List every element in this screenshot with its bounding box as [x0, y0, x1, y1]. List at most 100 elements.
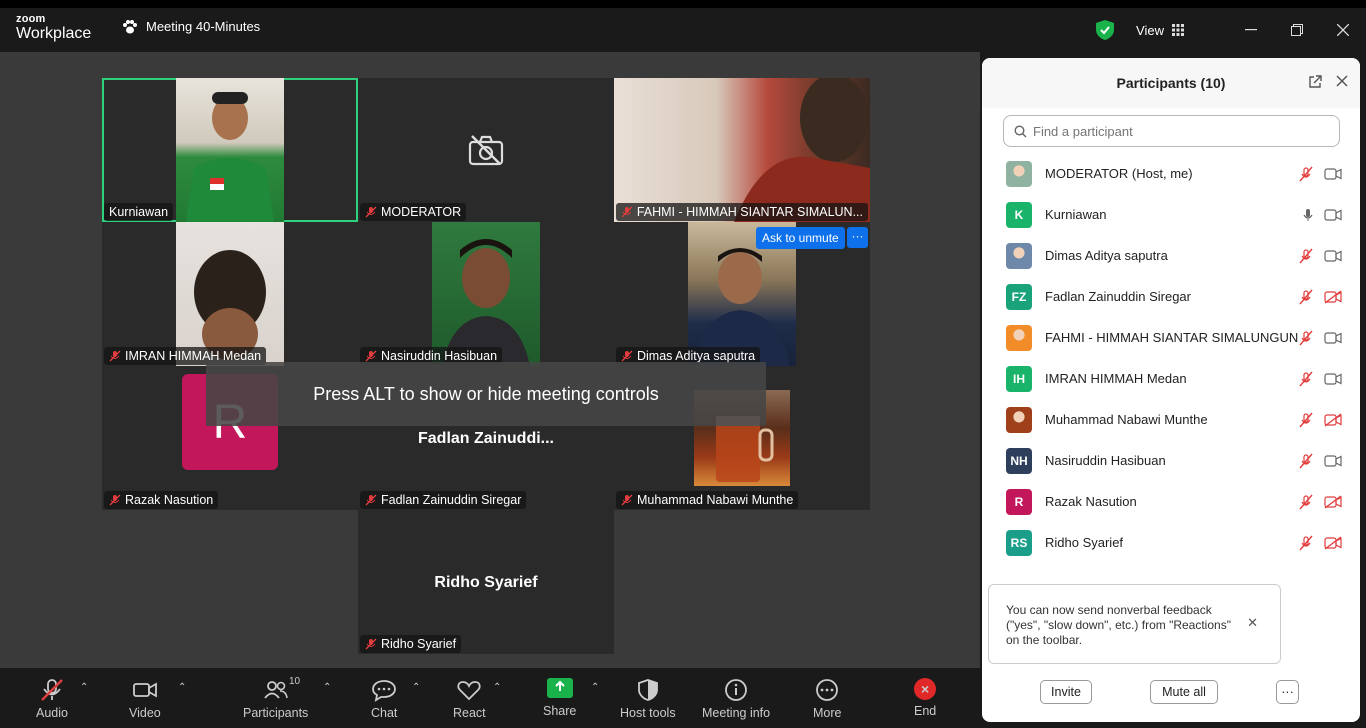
participant-row[interactable]: NH Nasiruddin Hasibuan: [982, 440, 1360, 481]
participant-search[interactable]: [1003, 115, 1340, 147]
video-camera-icon[interactable]: [1324, 208, 1342, 221]
ask-to-unmute-button[interactable]: Ask to unmute: [756, 227, 845, 249]
participants-button[interactable]: Participants 10: [243, 676, 308, 720]
video-camera-icon: [132, 682, 157, 698]
mute-all-button[interactable]: Mute all: [1150, 680, 1218, 704]
meeting-info-label: Meeting info: [702, 706, 771, 720]
video-camera-off-icon[interactable]: [1324, 494, 1342, 509]
invite-button[interactable]: Invite: [1040, 680, 1092, 704]
participant-row[interactable]: IH IMRAN HIMMAH Medan: [982, 358, 1360, 399]
mic-muted-icon[interactable]: [1298, 453, 1314, 469]
participants-options-chevron-icon[interactable]: ⌃: [323, 682, 331, 693]
participant-video: [614, 78, 870, 222]
view-button[interactable]: View: [1136, 23, 1184, 38]
video-tile-kurniawan[interactable]: Kurniawan: [102, 78, 358, 222]
participant-row[interactable]: Muhammad Nabawi Munthe: [982, 399, 1360, 440]
video-tile-imran[interactable]: IMRAN HIMMAH Medan: [102, 222, 358, 366]
video-camera-icon[interactable]: [1324, 167, 1342, 180]
video-tile-fahmi[interactable]: FAHMI - HIMMAH SIANTAR SIMALUN...: [614, 78, 870, 222]
mic-muted-icon[interactable]: [1298, 248, 1314, 264]
mic-muted-icon[interactable]: [1298, 535, 1314, 551]
minimize-button[interactable]: [1228, 10, 1274, 50]
video-camera-off-icon[interactable]: [1324, 535, 1342, 550]
tile-name-bar: FAHMI - HIMMAH SIANTAR SIMALUN...: [616, 203, 868, 221]
person-silhouette-icon: [194, 250, 266, 360]
participant-row[interactable]: Dimas Aditya saputra: [982, 235, 1360, 276]
restore-icon: [1291, 24, 1303, 36]
participant-video: [432, 222, 540, 366]
mic-muted-icon[interactable]: [1298, 371, 1314, 387]
tile-name: FAHMI - HIMMAH SIANTAR SIMALUN...: [636, 205, 863, 219]
participant-row[interactable]: FZ Fadlan Zainuddin Siregar: [982, 276, 1360, 317]
close-window-button[interactable]: [1320, 10, 1366, 50]
zoom-logo: zoom Workplace: [16, 14, 91, 42]
react-options-chevron-icon[interactable]: ⌃: [493, 682, 501, 693]
video-tile-ridho[interactable]: Ridho Syarief Ridho Syarief: [358, 510, 614, 654]
tile-name: MODERATOR: [381, 205, 462, 219]
mic-muted-icon[interactable]: [1298, 494, 1314, 510]
participant-row[interactable]: R Razak Nasution: [982, 481, 1360, 522]
tile-name: Muhammad Nabawi Munthe: [637, 493, 794, 507]
video-options-chevron-icon[interactable]: ⌃: [178, 682, 186, 693]
mic-muted-icon: [109, 494, 121, 506]
chat-button[interactable]: Chat: [371, 678, 397, 720]
mic-muted-icon[interactable]: [1298, 289, 1314, 305]
search-input[interactable]: [1033, 123, 1339, 139]
host-tools-button[interactable]: Host tools: [620, 678, 676, 720]
reactions-tip-toast: You can now send nonverbal feedback ("ye…: [988, 584, 1281, 664]
video-button[interactable]: Video: [129, 678, 161, 720]
person-silhouette-icon: [186, 92, 274, 222]
mic-muted-icon: [365, 638, 377, 650]
share-button[interactable]: Share: [543, 678, 576, 718]
mic-icon[interactable]: [1302, 208, 1314, 222]
pop-out-icon[interactable]: [1308, 75, 1322, 89]
video-camera-off-icon[interactable]: [1324, 412, 1342, 427]
video-camera-icon[interactable]: [1324, 249, 1342, 262]
toast-close-icon[interactable]: ✕: [1247, 615, 1258, 630]
audio-options-chevron-icon[interactable]: ⌃: [80, 682, 88, 693]
tile-name-bar: Ridho Syarief: [360, 635, 462, 653]
video-camera-icon[interactable]: [1324, 372, 1342, 385]
more-button[interactable]: More: [813, 678, 841, 720]
participant-row[interactable]: RS Ridho Syarief: [982, 522, 1360, 563]
close-panel-icon[interactable]: [1336, 75, 1348, 87]
tile-more-button[interactable]: ···: [847, 227, 868, 248]
participant-row[interactable]: K Kurniawan: [982, 194, 1360, 235]
audio-button[interactable]: Audio: [36, 678, 68, 720]
video-stage: Kurniawan MODERATOR FAHMI - HIMMAH SIANT…: [0, 52, 980, 668]
participant-name: IMRAN HIMMAH Medan: [1045, 371, 1187, 386]
alt-hint-banner: Press ALT to show or hide meeting contro…: [206, 362, 766, 426]
video-camera-icon[interactable]: [1324, 454, 1342, 467]
participant-row[interactable]: MODERATOR (Host, me): [982, 153, 1360, 194]
restore-button[interactable]: [1274, 10, 1320, 50]
minimize-icon: [1245, 29, 1257, 31]
participants-count-badge: 10: [289, 676, 301, 687]
video-camera-off-icon[interactable]: [1324, 289, 1342, 304]
react-button[interactable]: React: [453, 678, 486, 720]
end-meeting-button[interactable]: × End: [914, 678, 936, 718]
participant-name: Ridho Syarief: [1045, 535, 1124, 550]
avatar: K: [1006, 201, 1032, 228]
video-camera-icon[interactable]: [1324, 331, 1342, 344]
panel-more-button[interactable]: ···: [1276, 680, 1299, 704]
mic-muted-icon[interactable]: [1298, 412, 1314, 428]
video-tile-nasiruddin[interactable]: Nasiruddin Hasibuan: [358, 222, 614, 366]
more-dots-icon: [816, 679, 839, 701]
share-screen-icon: [546, 678, 573, 698]
mic-muted-icon[interactable]: [1298, 330, 1314, 346]
mic-muted-icon: [109, 350, 121, 362]
participants-panel: Participants (10) MODERATOR (Host, me) KK…: [982, 58, 1360, 722]
mic-muted-icon: [41, 679, 63, 701]
meeting-title-button[interactable]: Meeting 40-Minutes: [122, 19, 260, 34]
participant-row[interactable]: FAHMI - HIMMAH SIANTAR SIMALUNGUN: [982, 317, 1360, 358]
share-label: Share: [543, 704, 577, 718]
video-tile-moderator[interactable]: MODERATOR: [358, 78, 614, 222]
avatar: RS: [1006, 529, 1032, 556]
mic-muted-icon[interactable]: [1298, 166, 1314, 182]
chat-options-chevron-icon[interactable]: ⌃: [412, 682, 420, 693]
share-options-chevron-icon[interactable]: ⌃: [591, 682, 599, 693]
logo-line2: Workplace: [16, 25, 92, 42]
shield-icon: [637, 679, 658, 701]
meeting-info-button[interactable]: Meeting info: [702, 678, 770, 720]
security-shield-icon[interactable]: [1096, 20, 1115, 40]
